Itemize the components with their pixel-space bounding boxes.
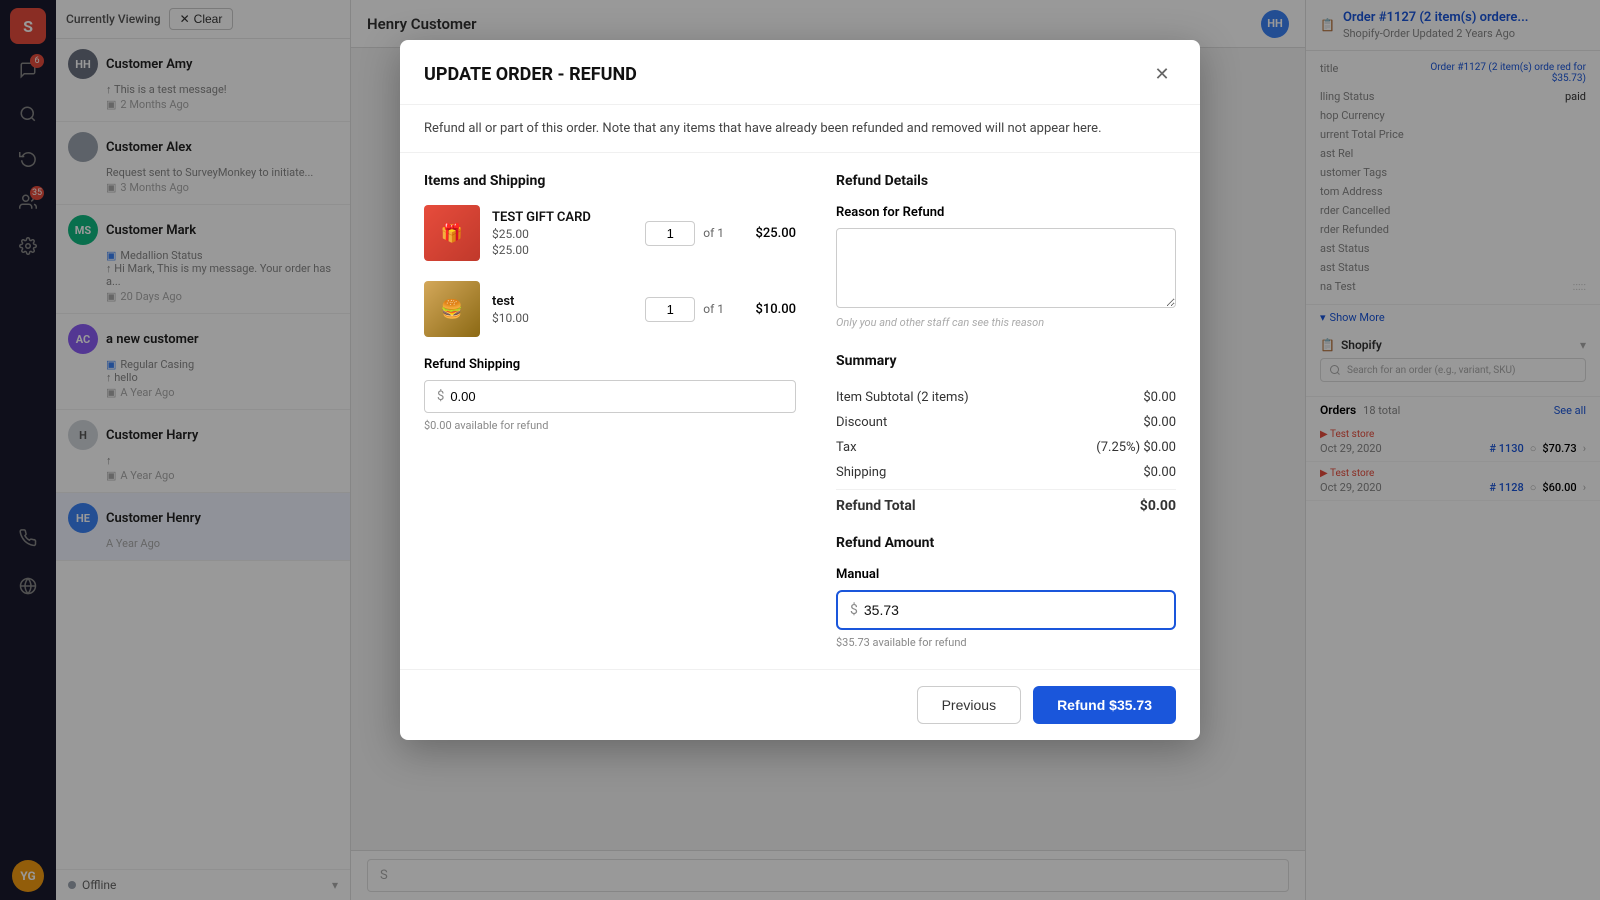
- item-row-giftcard: 🎁 TEST GIFT CARD $25.00 $25.00 of 1: [424, 205, 796, 261]
- refund-total-value: $0.00: [1140, 498, 1176, 514]
- manual-dollar-sign: $: [850, 602, 858, 618]
- item-total-giftcard: $25.00: [736, 226, 796, 241]
- shipping-input-wrap: $: [424, 380, 796, 413]
- discount-label: Discount: [836, 415, 887, 430]
- modal-close-button[interactable]: ✕: [1148, 60, 1176, 88]
- item-name-giftcard: TEST GIFT CARD: [492, 210, 633, 225]
- shipping-input[interactable]: [450, 389, 783, 404]
- shipping-sum-value: $0.00: [1143, 465, 1176, 480]
- reason-textarea[interactable]: [836, 228, 1176, 308]
- refund-total-label: Refund Total: [836, 498, 916, 514]
- refund-amount-title: Refund Amount: [836, 535, 1176, 551]
- manual-input[interactable]: [864, 602, 1162, 618]
- refund-modal: UPDATE ORDER - REFUND ✕ Refund all or pa…: [400, 40, 1200, 740]
- food-icon: 🍔: [441, 299, 463, 320]
- summary-section: Summary Item Subtotal (2 items) $0.00 Di…: [836, 353, 1176, 519]
- item-name-test: test: [492, 294, 633, 309]
- item-price2-giftcard: $25.00: [492, 243, 633, 257]
- item-qty-giftcard: of 1: [645, 221, 724, 246]
- summary-row-shipping: Shipping $0.00: [836, 460, 1176, 485]
- shipping-sum-label: Shipping: [836, 465, 886, 480]
- summary-row-discount: Discount $0.00: [836, 410, 1176, 435]
- item-price1-giftcard: $25.00: [492, 227, 633, 241]
- item-row-test: 🍔 test $10.00 of 1 $10.00: [424, 281, 796, 337]
- staff-note: Only you and other staff can see this re…: [836, 316, 1176, 329]
- refund-details-section: Refund Details Reason for Refund Only yo…: [836, 173, 1176, 329]
- modal-header: UPDATE ORDER - REFUND ✕: [400, 40, 1200, 105]
- item-total-test: $10.00: [736, 302, 796, 317]
- modal-left-column: Items and Shipping 🎁 TEST GIFT CARD $25.…: [424, 173, 796, 649]
- refund-amount-section: Refund Amount Manual $ $35.73 available …: [836, 535, 1176, 649]
- shipping-section: Refund Shipping $ $0.00 available for re…: [424, 357, 796, 432]
- modal-body: Items and Shipping 🎁 TEST GIFT CARD $25.…: [400, 153, 1200, 669]
- qty-input-giftcard[interactable]: [645, 221, 695, 246]
- manual-input-wrap: $: [836, 590, 1176, 630]
- gift-icon: 🎁: [441, 223, 463, 244]
- refund-button[interactable]: Refund $35.73: [1033, 686, 1176, 724]
- summary-row-subtotal: Item Subtotal (2 items) $0.00: [836, 385, 1176, 410]
- previous-button[interactable]: Previous: [917, 686, 1021, 724]
- modal-title: UPDATE ORDER - REFUND: [424, 64, 637, 85]
- subtotal-label: Item Subtotal (2 items): [836, 390, 969, 405]
- shipping-available-text: $0.00 available for refund: [424, 419, 796, 432]
- modal-overlay[interactable]: UPDATE ORDER - REFUND ✕ Refund all or pa…: [0, 0, 1600, 900]
- item-image-test: 🍔: [424, 281, 480, 337]
- reason-label: Reason for Refund: [836, 205, 1176, 220]
- item-qty-test: of 1: [645, 297, 724, 322]
- manual-label: Manual: [836, 567, 1176, 582]
- item-price-test: $10.00: [492, 311, 633, 325]
- tax-value: (7.25%) $0.00: [1096, 440, 1176, 455]
- shipping-label: Refund Shipping: [424, 357, 796, 372]
- item-info-test: test $10.00: [492, 294, 633, 325]
- discount-value: $0.00: [1143, 415, 1176, 430]
- tax-label: Tax: [836, 440, 857, 455]
- shipping-dollar-sign: $: [437, 389, 444, 404]
- modal-description: Refund all or part of this order. Note t…: [400, 105, 1200, 153]
- manual-available-text: $35.73 available for refund: [836, 636, 1176, 649]
- summary-title: Summary: [836, 353, 1176, 369]
- subtotal-value: $0.00: [1143, 390, 1176, 405]
- item-image-giftcard: 🎁: [424, 205, 480, 261]
- summary-row-total: Refund Total $0.00: [836, 489, 1176, 519]
- items-section-title: Items and Shipping: [424, 173, 796, 189]
- modal-right-column: Refund Details Reason for Refund Only yo…: [836, 173, 1176, 649]
- item-info-giftcard: TEST GIFT CARD $25.00 $25.00: [492, 210, 633, 257]
- summary-row-tax: Tax (7.25%) $0.00: [836, 435, 1176, 460]
- refund-details-title: Refund Details: [836, 173, 1176, 189]
- qty-input-test[interactable]: [645, 297, 695, 322]
- modal-footer: Previous Refund $35.73: [400, 669, 1200, 740]
